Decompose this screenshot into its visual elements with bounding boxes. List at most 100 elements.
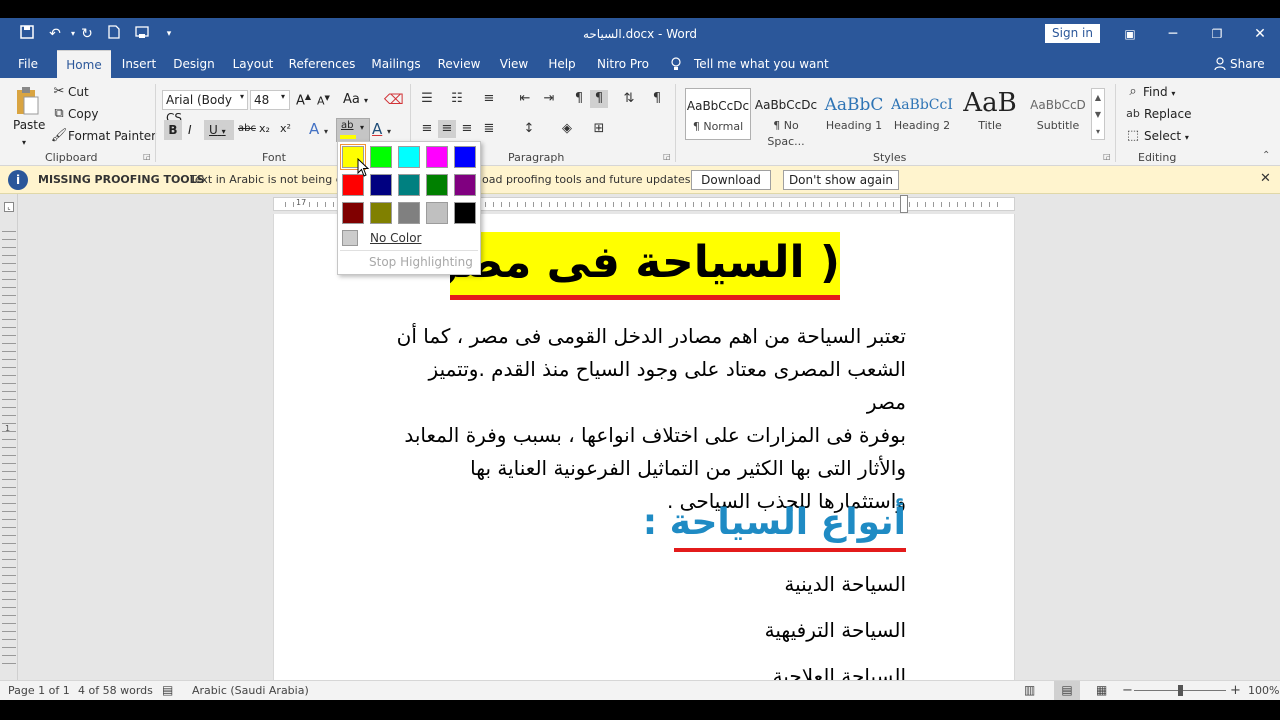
close-icon[interactable]: ✕ [1260, 171, 1271, 186]
zoom-level[interactable]: 100% [1248, 681, 1279, 700]
color-swatch[interactable] [426, 202, 448, 224]
color-swatch[interactable] [454, 146, 476, 168]
tab-design[interactable]: Design [170, 50, 218, 78]
zoom-slider-thumb[interactable] [1178, 685, 1183, 696]
tab-review[interactable]: Review [436, 50, 482, 78]
print-layout-icon[interactable]: ▤ [1054, 681, 1080, 700]
save-icon[interactable] [18, 25, 36, 43]
show-marks-icon[interactable]: ¶ [648, 90, 666, 108]
tab-home[interactable]: Home [57, 50, 111, 78]
line-spacing-icon[interactable]: ↕ [520, 120, 538, 138]
subscript-button[interactable]: x₂ [259, 122, 270, 135]
document-heading-2[interactable]: أنواع السياحة : [643, 500, 906, 552]
style-normal[interactable]: AaBbCcDc ¶ Normal [685, 88, 751, 140]
color-swatch[interactable] [454, 202, 476, 224]
zoom-in-button[interactable]: + [1230, 681, 1241, 700]
document-page[interactable]: ( السياحة فى مصر) تعتبر السياحة من اهم م… [273, 214, 1015, 680]
tell-me-box[interactable]: Tell me what you want to do [694, 50, 842, 99]
align-center-icon[interactable]: ≡ [438, 120, 456, 138]
color-swatch[interactable] [398, 146, 420, 168]
paste-dropdown-icon[interactable]: ▾ [22, 138, 26, 147]
highlight-button[interactable]: ab ▾ [336, 118, 370, 142]
paste-label[interactable]: Paste [13, 118, 45, 132]
change-case-icon[interactable]: Aa ▾ [343, 92, 368, 107]
style-title[interactable]: AaB Title [957, 88, 1023, 140]
format-painter-icon[interactable]: 🖌 [50, 127, 68, 145]
styles-launcher-icon[interactable]: ◲ [1103, 152, 1111, 161]
color-swatch[interactable] [454, 174, 476, 196]
redo-icon[interactable]: ↻ [78, 25, 96, 43]
search-icon[interactable]: ⌕ [1124, 83, 1142, 101]
sort-icon[interactable]: ⇅ [620, 90, 638, 108]
clipboard-launcher-icon[interactable]: ◲ [143, 152, 151, 161]
rtl-icon[interactable]: ¶ [590, 90, 608, 108]
document-heading-1[interactable]: ( السياحة فى مصر) [450, 232, 840, 300]
print-preview-icon[interactable] [133, 25, 151, 43]
chevron-down-icon[interactable]: ▾ [281, 92, 285, 101]
stop-highlighting-item[interactable]: Stop Highlighting [340, 251, 478, 273]
ribbon-display-icon[interactable]: ▣ [1115, 22, 1145, 46]
format-painter-button[interactable]: Format Painter [68, 129, 156, 143]
chevron-down-icon[interactable]: ▾ [240, 92, 244, 101]
bold-button[interactable]: B [164, 120, 182, 140]
sign-in-button[interactable]: Sign in [1045, 24, 1100, 43]
bullets-icon[interactable]: ☰ [418, 90, 436, 108]
style-heading-2[interactable]: AaBbCcI Heading 2 [889, 88, 955, 140]
color-swatch[interactable] [342, 202, 364, 224]
minimize-icon[interactable]: ─ [1158, 22, 1188, 46]
read-mode-icon[interactable]: ▥ [1024, 681, 1035, 700]
chevron-down-icon[interactable]: ▾ [360, 123, 364, 132]
font-name-combo[interactable]: Arial (Body CS [162, 90, 248, 125]
collapse-ribbon-icon[interactable]: ⌃ [1262, 150, 1270, 161]
underline-button[interactable]: U ▾ [204, 120, 234, 140]
paragraph-launcher-icon[interactable]: ◲ [663, 152, 671, 161]
align-left-icon[interactable]: ≡ [418, 120, 436, 138]
list-item[interactable]: السياحة الترفيهية [574, 616, 906, 644]
shading-icon[interactable]: ◈ [558, 120, 576, 138]
paste-icon[interactable] [14, 86, 40, 116]
styles-gallery-scroll[interactable]: ▲ ▼ ▾ [1091, 88, 1105, 140]
document-paragraph[interactable]: تعتبر السياحة من اهم مصادر الدخل القومى … [384, 320, 906, 518]
language[interactable]: Arabic (Saudi Arabia) [192, 681, 309, 700]
select-icon[interactable]: ⬚ [1124, 127, 1142, 145]
style-no-spacing[interactable]: AaBbCcDc ¶ No Spac... [753, 88, 819, 148]
increase-indent-icon[interactable]: ⇥ [540, 90, 558, 108]
strikethrough-button[interactable]: abc [238, 123, 256, 134]
find-button[interactable]: Find ▾ [1143, 85, 1175, 99]
customize-toolbar-icon[interactable]: ▾ [160, 25, 178, 43]
cut-button[interactable]: Cut [68, 85, 89, 99]
list-item[interactable]: السياحة العلاجية [574, 662, 906, 680]
list-item[interactable]: السياحة الدينية [574, 570, 906, 598]
font-color-button[interactable]: A ▾ [372, 120, 391, 138]
cut-icon[interactable]: ✂ [50, 83, 68, 101]
replace-icon[interactable]: ab [1124, 105, 1142, 123]
text-effects-icon[interactable]: A ▾ [309, 120, 328, 138]
decrease-indent-icon[interactable]: ⇤ [516, 90, 534, 108]
download-button[interactable]: Download [691, 170, 771, 190]
tab-nitro-pro[interactable]: Nitro Pro [594, 50, 652, 78]
proofing-icon[interactable]: ▤ [162, 681, 173, 700]
tab-view[interactable]: View [496, 50, 532, 78]
color-swatch[interactable] [370, 202, 392, 224]
share-button[interactable]: Share [1230, 50, 1265, 78]
italic-button[interactable]: I [188, 120, 192, 140]
indent-marker[interactable] [900, 195, 908, 213]
copy-button[interactable]: Copy [68, 107, 98, 121]
tab-help[interactable]: Help [546, 50, 578, 78]
style-heading-1[interactable]: AaBbC Heading 1 [821, 88, 887, 140]
clear-formatting-icon[interactable]: ⌫ [384, 92, 404, 108]
new-doc-icon[interactable] [105, 25, 123, 43]
color-swatch[interactable] [370, 174, 392, 196]
justify-icon[interactable]: ≣ [480, 120, 498, 138]
superscript-button[interactable]: x² [280, 122, 291, 135]
replace-button[interactable]: Replace [1144, 107, 1191, 121]
align-right-icon[interactable]: ≡ [458, 120, 476, 138]
color-swatch[interactable] [398, 202, 420, 224]
style-subtitle[interactable]: AaBbCcD Subtitle [1025, 88, 1091, 140]
shrink-font-icon[interactable]: A▼ [317, 94, 330, 108]
zoom-out-button[interactable]: − [1122, 681, 1133, 700]
color-swatch[interactable] [398, 174, 420, 196]
tab-layout[interactable]: Layout [230, 50, 276, 78]
close-icon[interactable]: ✕ [1245, 22, 1275, 46]
tab-selector-icon[interactable]: ⌞ [4, 202, 14, 212]
